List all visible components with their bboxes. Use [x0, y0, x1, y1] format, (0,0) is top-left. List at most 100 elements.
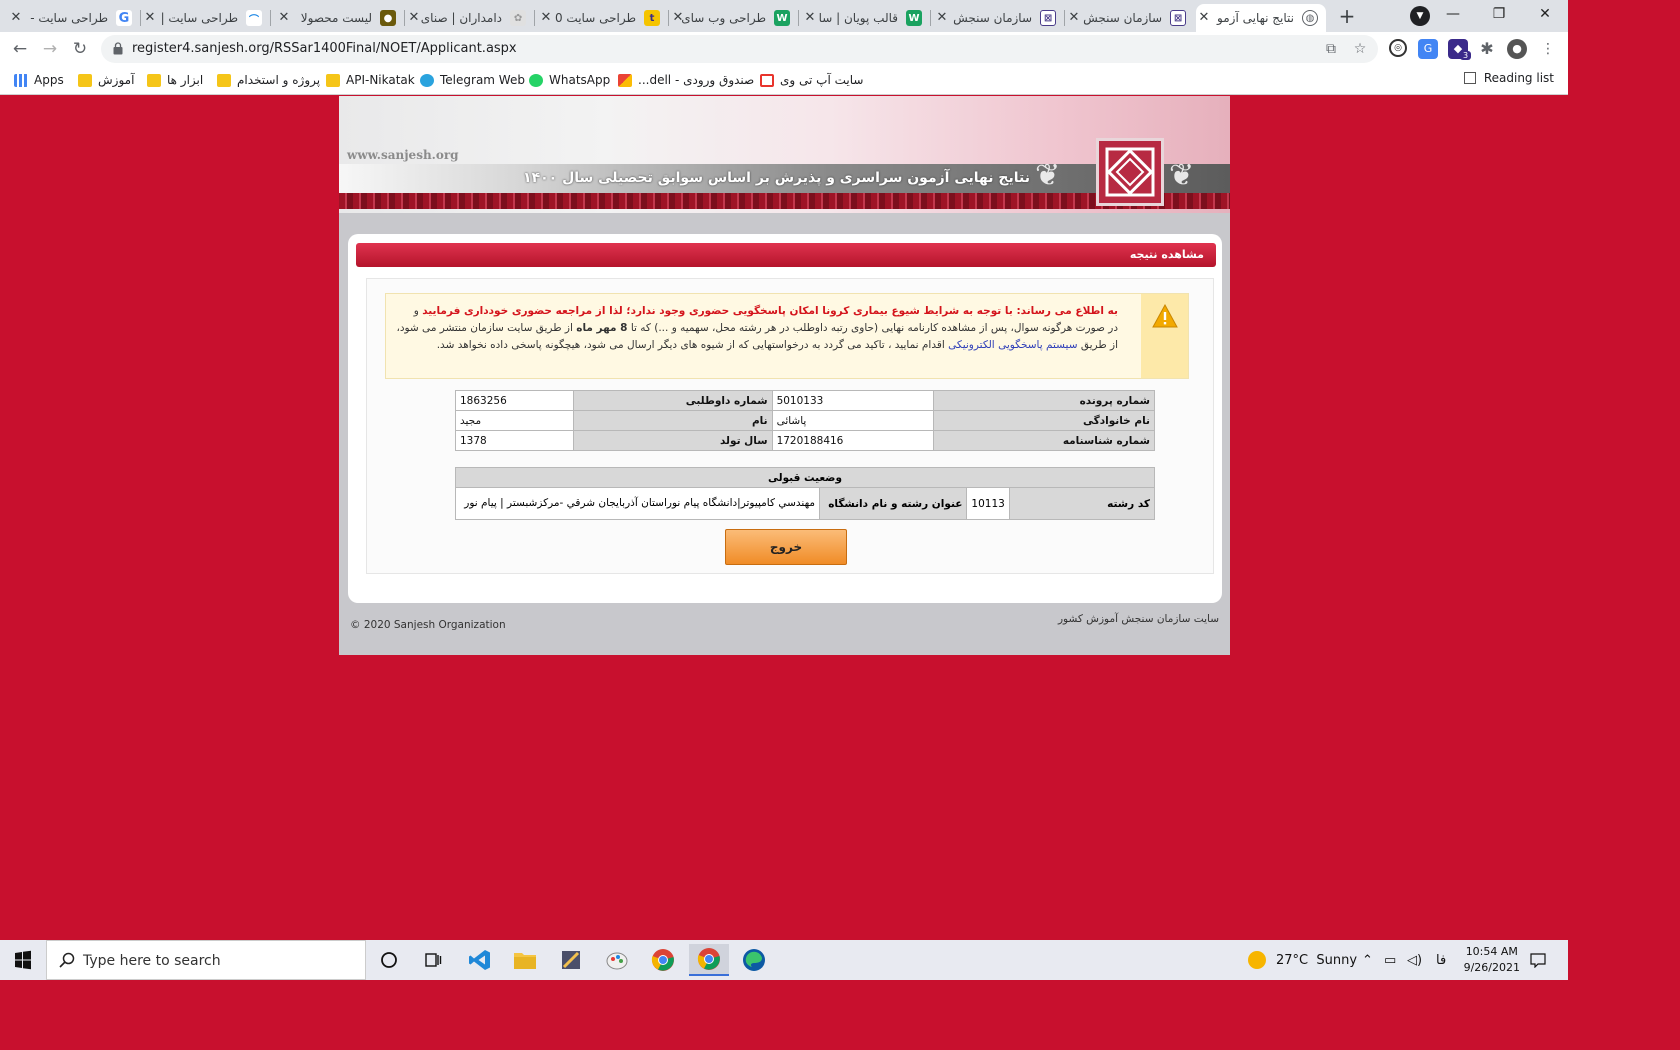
browser-tab[interactable]: ✿ دامداران | صنای ✕	[406, 4, 535, 32]
exit-button[interactable]: خروج	[725, 529, 847, 565]
maximize-button[interactable]: ❐	[1476, 0, 1522, 30]
bookmark-label: پروژه و استخدام	[237, 73, 321, 87]
warning-icon-column	[1141, 294, 1188, 378]
reload-button[interactable]: ↻	[68, 37, 92, 61]
tab-search-icon[interactable]: ▼	[1410, 6, 1430, 26]
bookmark-aparat[interactable]: سایت آپ تی وی	[760, 71, 863, 89]
extensions-puzzle-icon[interactable]: ✱	[1477, 39, 1497, 59]
field-code-value: 10113	[966, 487, 1010, 520]
bookmark-folder[interactable]: ابزار ها	[147, 71, 203, 89]
close-tab-icon[interactable]: ✕	[670, 10, 686, 26]
task-view-icon[interactable]	[415, 944, 451, 976]
table-row: وضعیت قبولی	[455, 467, 1155, 488]
edge-icon[interactable]	[736, 944, 772, 976]
first-name-label: نام	[572, 410, 773, 431]
candidate-number-label: شماره داوطلبی	[572, 390, 773, 411]
chrome-icon[interactable]	[645, 944, 681, 976]
close-tab-icon[interactable]: ✕	[406, 10, 422, 26]
input-language[interactable]: فا	[1436, 940, 1446, 980]
network-icon[interactable]: ▭	[1384, 940, 1396, 980]
forward-button[interactable]: →	[38, 37, 62, 61]
translate-extension-icon[interactable]: G	[1418, 39, 1438, 59]
tab-title: دامداران | صنای	[420, 11, 502, 25]
vscode-icon[interactable]	[462, 944, 498, 976]
close-window-button[interactable]: ✕	[1522, 0, 1568, 30]
window-controls: — ❐ ✕	[1430, 0, 1568, 32]
browser-tab[interactable]: t طراحی سایت 0 ✕	[538, 4, 669, 32]
taskbar-search[interactable]: Type here to search	[46, 940, 366, 980]
browser-tab[interactable]: ● لیست محصولا ✕	[276, 4, 405, 32]
browser-tab-active[interactable]: ◍ نتایج نهایی آزمو ✕	[1196, 4, 1326, 32]
notice-body: اقدام نمایید ، تاکید می گردد به درخواسته…	[436, 339, 945, 351]
paint-icon[interactable]	[599, 944, 635, 976]
panel-title: مشاهده نتیجه	[356, 243, 1216, 267]
file-explorer-icon[interactable]	[507, 944, 543, 976]
clock-time: 10:54 AM	[1465, 945, 1518, 958]
bookmark-label: سایت آپ تی وی	[780, 73, 864, 87]
browser-tab[interactable]: W قالب پویان | سا ✕	[802, 4, 931, 32]
chrome-active-icon[interactable]	[689, 944, 729, 976]
weather-text: 27°C Sunny	[1276, 952, 1358, 968]
bookmark-gmail[interactable]: صندوق ورودی - dell...	[618, 71, 754, 89]
volume-icon[interactable]: ◁)	[1407, 940, 1422, 980]
address-bar[interactable]: register4.sanjesh.org/RSSar1400Final/NOE…	[101, 35, 1378, 63]
lock-icon[interactable]	[113, 42, 123, 55]
browser-tab[interactable]: G طراحی سایت - ✕	[8, 4, 141, 32]
bookmarks-bar: Apps آموزش ابزار ها پروژه و استخدام API-…	[0, 66, 1568, 95]
browser-tab[interactable]: ⊠ سازمان سنجش ✕	[934, 4, 1065, 32]
clock-date: 9/26/2021	[1463, 961, 1520, 974]
notice-body: در صورت هرگونه سوال، پس از مشاهده کارنام…	[630, 322, 1118, 334]
windows-start-button[interactable]	[0, 940, 46, 980]
profile-avatar[interactable]: ●	[1507, 39, 1527, 59]
site-favicon: ⌒	[246, 10, 262, 26]
browser-tab[interactable]: W طراحی وب سای ✕	[670, 4, 799, 32]
weather-widget[interactable]: 27°C Sunny	[1248, 940, 1357, 980]
e-support-link[interactable]: سیستم پاسخگویی الکترونیکی	[948, 339, 1077, 351]
globe-icon: ◍	[1302, 10, 1318, 26]
show-hidden-icons[interactable]: ⌃	[1362, 940, 1373, 980]
cortana-icon[interactable]	[371, 944, 407, 976]
chrome-menu-icon[interactable]: ⋮	[1538, 39, 1558, 59]
bookmark-whatsapp[interactable]: WhatsApp	[529, 71, 610, 89]
family-name-label: نام خانوادگی	[933, 410, 1155, 431]
new-tab-button[interactable]: +	[1335, 5, 1359, 29]
bookmark-telegram[interactable]: Telegram Web	[420, 71, 525, 89]
bookmark-star-icon[interactable]: ☆	[1351, 40, 1369, 58]
bookmark-folder[interactable]: آموزش	[78, 71, 134, 89]
notice-lead: به اطلاع می رساند: با توجه به شرایط شیوع…	[422, 305, 1118, 317]
extension-icon[interactable]: ◎	[1389, 39, 1407, 57]
site-favicon: W	[906, 10, 922, 26]
sanjesh-favicon: ⊠	[1170, 10, 1186, 26]
close-tab-icon[interactable]: ✕	[1196, 10, 1212, 26]
close-tab-icon[interactable]: ✕	[276, 10, 292, 26]
browser-tab[interactable]: ⌒ طراحی سایت | ✕	[142, 4, 271, 32]
acceptance-table: وضعیت قبولی کد رشته 10113 عنوان رشته و ن…	[454, 467, 1156, 520]
bookmark-folder[interactable]: API-Nikatak	[326, 71, 415, 89]
close-tab-icon[interactable]: ✕	[802, 10, 818, 26]
aparat-icon	[760, 73, 774, 87]
close-tab-icon[interactable]: ✕	[538, 10, 554, 26]
minimize-button[interactable]: —	[1430, 0, 1476, 30]
panel-body: به اطلاع می رساند: با توجه به شرایط شیوع…	[366, 278, 1214, 574]
acceptance-header: وضعیت قبولی	[455, 467, 1155, 488]
notifications-icon[interactable]	[1530, 940, 1546, 980]
warning-icon	[1152, 304, 1178, 328]
sun-icon	[1248, 951, 1266, 969]
translate-icon[interactable]: ⧉	[1322, 40, 1340, 58]
bookmark-apps[interactable]: Apps	[14, 71, 64, 89]
system-clock[interactable]: 10:54 AM 9/26/2021	[1464, 944, 1520, 976]
close-tab-icon[interactable]: ✕	[934, 10, 950, 26]
tab-title: لیست محصولا	[300, 11, 372, 25]
close-tab-icon[interactable]: ✕	[1066, 10, 1082, 26]
app-tools-icon[interactable]	[553, 944, 589, 976]
close-tab-icon[interactable]: ✕	[142, 10, 158, 26]
field-code-label: کد رشته	[1008, 487, 1156, 520]
back-button[interactable]: ←	[8, 37, 32, 61]
footer-site-link[interactable]: سایت سازمان سنجش آموزش کشور	[1058, 613, 1219, 625]
browser-toolbar: ← → ↻ register4.sanjesh.org/RSSar1400Fin…	[0, 32, 1568, 66]
close-tab-icon[interactable]: ✕	[8, 10, 24, 26]
url-text[interactable]: register4.sanjesh.org/RSSar1400Final/NOE…	[132, 41, 517, 56]
browser-tab[interactable]: ⊠ سازمان سنجش ✕	[1066, 4, 1194, 32]
reading-list-button[interactable]: Reading list	[1463, 71, 1554, 85]
bookmark-folder[interactable]: پروژه و استخدام	[217, 71, 320, 89]
